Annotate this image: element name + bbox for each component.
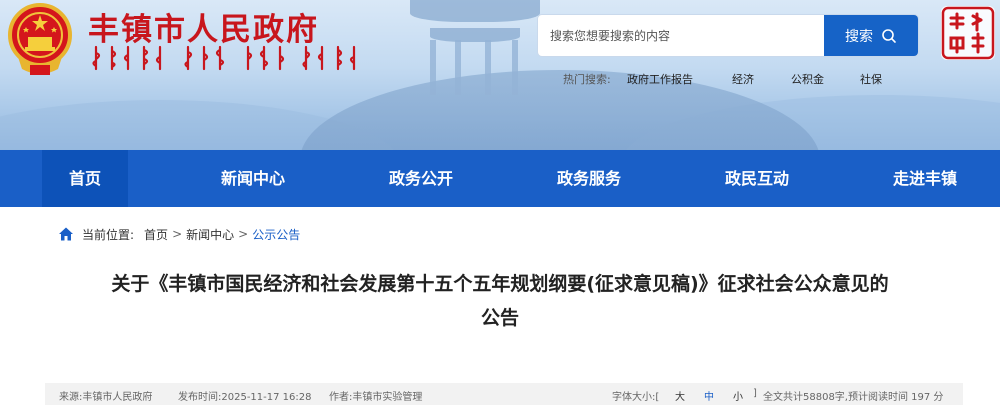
banner-tower-image — [400, 0, 550, 95]
hot-search-item[interactable]: 公积金 — [791, 71, 824, 87]
hot-search-item[interactable]: 政府工作报告 — [627, 71, 693, 87]
hot-search-item[interactable]: 社保 — [860, 71, 882, 87]
nav-item-news[interactable]: 新闻中心 — [200, 150, 306, 207]
breadcrumb: 当前位置: 首页 > 新闻中心 > 公示公告 — [58, 225, 300, 243]
breadcrumb-item-current[interactable]: 公示公告 — [252, 226, 300, 243]
site-title: 丰镇市人民政府 — [88, 12, 319, 48]
meta-author: 作者:丰镇市实验管理 — [329, 392, 423, 403]
header-banner: 丰镇市人民政府 搜索您想要搜索的内容 搜索 热门搜索: 政府工作报告 经济 公积… — [0, 0, 1000, 150]
breadcrumb-item-news[interactable]: 新闻中心 — [186, 226, 234, 243]
font-size-medium-button[interactable]: 中 — [704, 388, 714, 403]
search-box: 搜索 — [537, 14, 919, 57]
font-size-close-bracket: ] — [753, 388, 757, 399]
breadcrumb-separator: > — [172, 227, 183, 241]
article-meta: 来源:丰镇市人民政府 发布时间:2025-11-17 16:28 作者:丰镇市实… — [45, 383, 963, 405]
breadcrumb-label: 当前位置: — [82, 227, 135, 242]
national-emblem-icon — [8, 3, 72, 75]
hot-search-item[interactable]: 经济 — [732, 71, 754, 87]
hot-search-label: 热门搜索: — [563, 73, 611, 86]
search-icon — [882, 28, 896, 43]
nav-item-about[interactable]: 走进丰镇 — [872, 150, 978, 207]
nav-item-gov-affairs[interactable]: 政务公开 — [368, 150, 474, 207]
search-button[interactable]: 搜索 — [824, 15, 918, 56]
meta-source: 来源:丰镇市人民政府 — [59, 392, 153, 403]
article-title-line: 公告 — [480, 307, 519, 329]
font-size-small-button[interactable]: 小 — [733, 388, 743, 403]
main-nav: 首页 新闻中心 政务公开 政务服务 政民互动 走进丰镇 — [0, 150, 1000, 207]
city-seal-logo — [941, 6, 995, 60]
search-input[interactable] — [550, 15, 820, 56]
meta-published: 发布时间:2025-11-17 16:28 — [178, 392, 312, 403]
nav-item-gov-services[interactable]: 政务服务 — [536, 150, 642, 207]
font-size-label: 字体大小:[ — [612, 392, 660, 403]
breadcrumb-item-home[interactable]: 首页 — [144, 226, 168, 243]
article-title-line: 关于《丰镇市国民经济和社会发展第十五个五年规划纲要(征求意见稿)》征求社会公众意… — [111, 273, 889, 295]
search-button-label: 搜索 — [845, 28, 873, 45]
article-title: 关于《丰镇市国民经济和社会发展第十五个五年规划纲要(征求意见稿)》征求社会公众意… — [40, 267, 960, 335]
breadcrumb-separator: > — [238, 227, 249, 241]
meta-word-count: 全文共计58808字,预计阅读时间 197 分 — [763, 392, 944, 403]
home-icon — [59, 227, 73, 241]
nav-item-interaction[interactable]: 政民互动 — [704, 150, 810, 207]
font-size-large-button[interactable]: 大 — [675, 388, 685, 403]
mongolian-script-title — [92, 45, 356, 71]
main-content: 当前位置: 首页 > 新闻中心 > 公示公告 关于《丰镇市国民经济和社会发展第十… — [0, 207, 1000, 405]
nav-item-home[interactable]: 首页 — [42, 150, 128, 207]
